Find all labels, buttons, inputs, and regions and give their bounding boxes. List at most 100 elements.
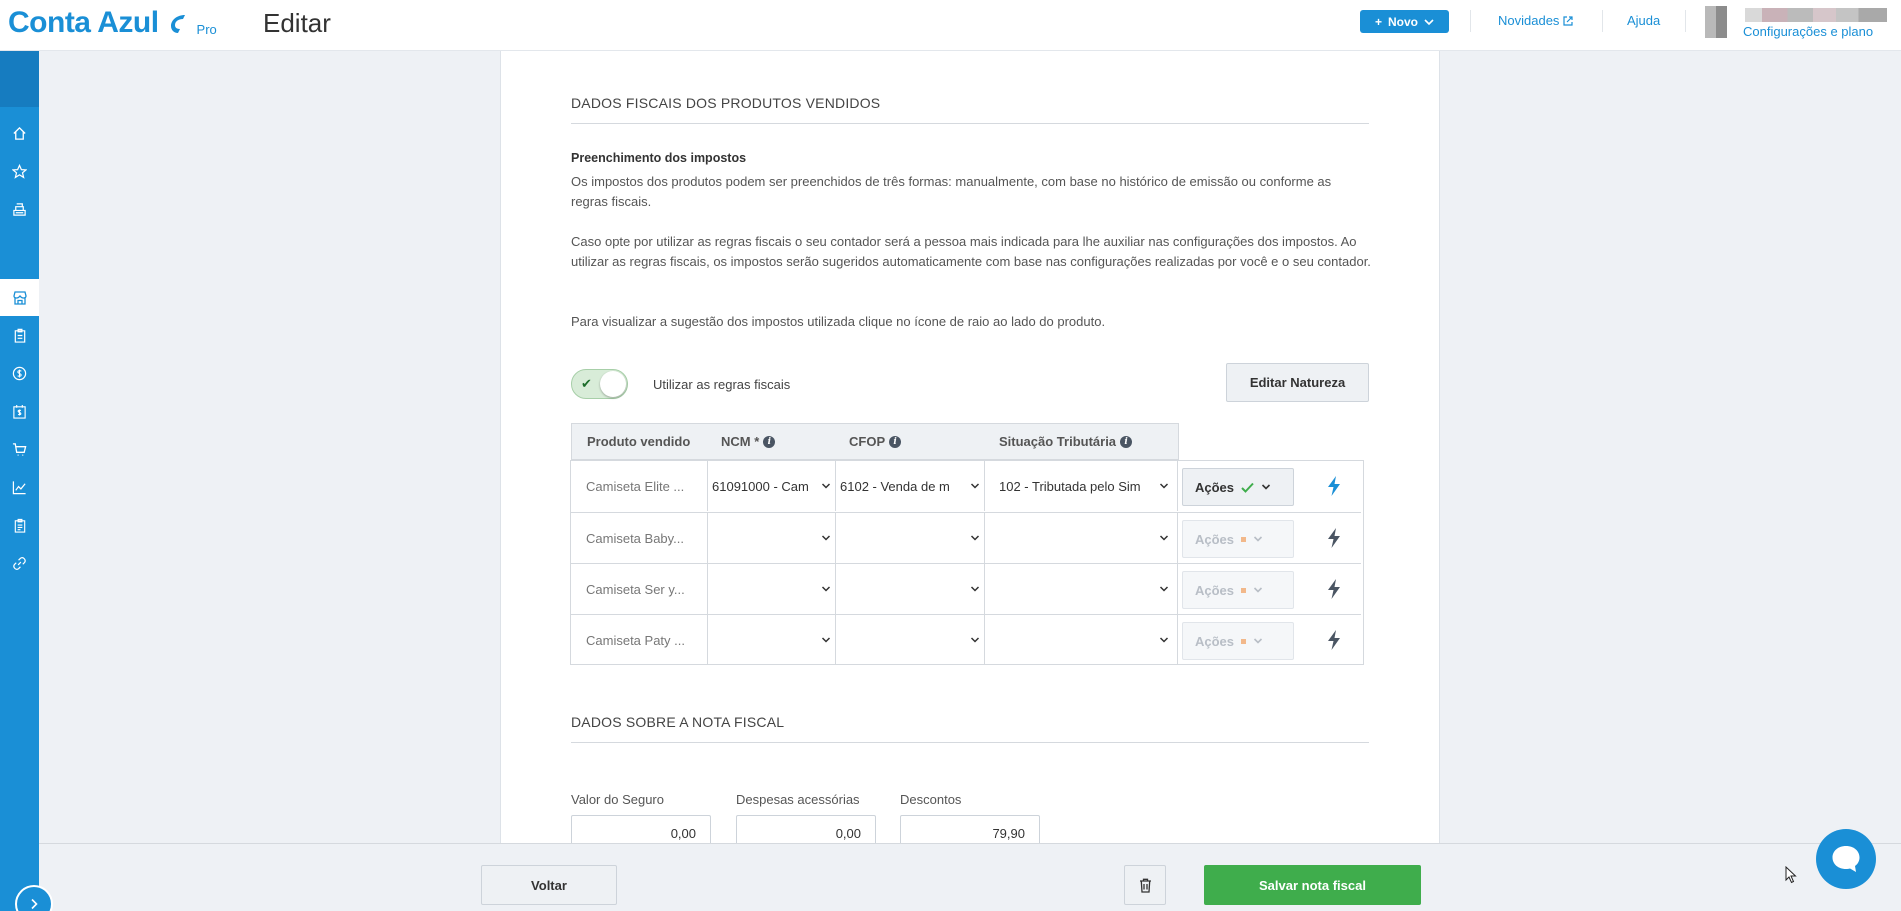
ncm-select[interactable] bbox=[708, 564, 836, 614]
chevron-down-icon bbox=[817, 635, 835, 645]
sidebar bbox=[0, 51, 39, 911]
sidebar-item-finance[interactable] bbox=[0, 355, 39, 392]
chevron-down-icon bbox=[817, 584, 835, 594]
sidebar-item-accounting[interactable] bbox=[0, 507, 39, 544]
chevron-down-icon bbox=[1253, 638, 1263, 644]
divider bbox=[571, 123, 1369, 124]
ncm-select[interactable]: 61091000 - Cam bbox=[708, 461, 836, 511]
table-row: Camiseta Baby... Ações bbox=[571, 512, 1361, 563]
lightning-icon[interactable] bbox=[1326, 527, 1342, 549]
edit-nature-button[interactable]: Editar Natureza bbox=[1226, 363, 1369, 402]
situacao-select[interactable] bbox=[985, 564, 1178, 614]
store-icon bbox=[12, 290, 27, 305]
section-title-fiscal: DADOS FISCAIS DOS PRODUTOS VENDIDOS bbox=[571, 95, 881, 111]
column-header-ncm-label: NCM * bbox=[721, 434, 760, 449]
news-link-label: Novidades bbox=[1498, 13, 1560, 28]
products-table-header: Produto vendido NCM * i CFOP i Situação Tr… bbox=[571, 423, 1179, 460]
ncm-select[interactable] bbox=[708, 615, 836, 665]
new-button[interactable]: + Novo bbox=[1360, 10, 1449, 33]
cfop-select[interactable] bbox=[836, 615, 985, 665]
actions-label: Ações bbox=[1195, 582, 1235, 598]
help-link[interactable]: Ajuda bbox=[1627, 13, 1660, 28]
actions-button[interactable]: Ações bbox=[1182, 571, 1294, 609]
chevron-down-icon bbox=[966, 584, 984, 594]
accessory-expenses-label: Despesas acessórias bbox=[736, 792, 860, 807]
mouse-cursor-icon bbox=[1785, 866, 1797, 884]
brand-name: Conta Azul bbox=[8, 6, 159, 39]
info-icon[interactable]: i bbox=[763, 435, 776, 448]
actions-label: Ações bbox=[1195, 633, 1235, 649]
cash-register-icon bbox=[13, 203, 26, 216]
info-icon[interactable]: i bbox=[889, 435, 902, 448]
product-name: Camiseta Ser y... bbox=[571, 564, 708, 614]
news-link[interactable]: Novidades bbox=[1498, 13, 1574, 28]
cfop-select[interactable] bbox=[836, 513, 985, 563]
fiscal-rules-toggle-label: Utilizar as regras fiscais bbox=[653, 377, 791, 392]
ncm-value: 61091000 - Cam bbox=[712, 478, 809, 494]
product-name: Camiseta Baby... bbox=[571, 513, 708, 563]
brand-logo[interactable]: Conta Azul Pro bbox=[8, 6, 217, 40]
sidebar-item-purchases[interactable] bbox=[0, 431, 39, 468]
product-name: Camiseta Paty ... bbox=[571, 615, 708, 665]
chat-icon bbox=[1832, 846, 1860, 872]
cfop-select[interactable] bbox=[836, 564, 985, 614]
actions-button[interactable]: Ações bbox=[1182, 622, 1294, 660]
account-settings-link[interactable]: Configurações e plano bbox=[1743, 24, 1873, 39]
sidebar-item-billing[interactable] bbox=[0, 393, 39, 430]
sidebar-item-store[interactable] bbox=[0, 279, 39, 316]
column-header-ncm: NCM * i bbox=[721, 434, 776, 449]
fiscal-rules-toggle[interactable]: ✔ bbox=[571, 369, 628, 399]
chevron-down-icon bbox=[1261, 484, 1271, 490]
chevron-right-icon bbox=[31, 898, 38, 910]
actions-label: Ações bbox=[1195, 531, 1235, 547]
home-icon bbox=[13, 126, 26, 140]
sidebar-item-orders[interactable] bbox=[0, 317, 39, 354]
trash-icon bbox=[1139, 878, 1151, 893]
delete-button[interactable] bbox=[1124, 865, 1166, 905]
avatar[interactable] bbox=[1705, 6, 1727, 38]
chat-button[interactable] bbox=[1816, 829, 1876, 889]
discounts-label: Descontos bbox=[900, 792, 962, 807]
pending-dot-icon bbox=[1241, 638, 1247, 644]
lightning-icon[interactable] bbox=[1326, 475, 1342, 497]
ncm-select[interactable] bbox=[708, 513, 836, 563]
invoice-form-card: DADOS FISCAIS DOS PRODUTOS VENDIDOS Pree… bbox=[500, 51, 1440, 851]
chevron-down-icon bbox=[1253, 536, 1263, 542]
sidebar-item-integrations[interactable] bbox=[0, 545, 39, 582]
star-icon bbox=[12, 164, 27, 179]
taxes-paragraph-3: Para visualizar a sugestão dos impostos … bbox=[571, 314, 1106, 329]
chevron-down-icon bbox=[1151, 584, 1177, 594]
actions-button[interactable]: Ações bbox=[1182, 468, 1294, 506]
account-name-blurred bbox=[1745, 8, 1887, 22]
column-header-product-label: Produto vendido bbox=[587, 434, 691, 449]
chevron-down-icon bbox=[1151, 533, 1177, 543]
insurance-value-label: Valor do Seguro bbox=[571, 792, 664, 807]
back-button[interactable]: Voltar bbox=[481, 865, 617, 905]
chevron-down-icon bbox=[817, 481, 835, 491]
help-link-label: Ajuda bbox=[1627, 13, 1661, 28]
chevron-down-icon bbox=[1151, 481, 1177, 491]
info-icon[interactable]: i bbox=[1120, 435, 1133, 448]
sidebar-item-reports[interactable] bbox=[0, 469, 39, 506]
divider bbox=[1685, 10, 1686, 32]
situacao-select[interactable]: 102 - Tributada pelo Sim bbox=[985, 461, 1178, 511]
product-name-text: Camiseta Baby... bbox=[586, 530, 685, 546]
situacao-select[interactable] bbox=[985, 615, 1178, 665]
situacao-select[interactable] bbox=[985, 513, 1178, 563]
column-header-cfop-label: CFOP bbox=[849, 434, 886, 449]
lightning-icon[interactable] bbox=[1326, 629, 1342, 651]
product-name: Camiseta Elite ... bbox=[571, 461, 708, 511]
top-bar: Conta Azul Pro Editar + Novo Novidades A… bbox=[0, 0, 1901, 51]
check-icon: ✔ bbox=[581, 376, 592, 391]
chevron-down-icon bbox=[1253, 587, 1263, 593]
page-title: Editar bbox=[263, 8, 331, 38]
taxes-subtitle: Preenchimento dos impostos bbox=[571, 151, 747, 165]
sidebar-header bbox=[0, 51, 39, 107]
actions-button[interactable]: Ações bbox=[1182, 520, 1294, 558]
save-invoice-button[interactable]: Salvar nota fiscal bbox=[1204, 865, 1421, 905]
sidebar-item-home[interactable] bbox=[0, 115, 39, 152]
sidebar-item-favorites[interactable] bbox=[0, 153, 39, 190]
cfop-select[interactable]: 6102 - Venda de m bbox=[836, 461, 985, 511]
lightning-icon[interactable] bbox=[1326, 578, 1342, 600]
sidebar-item-sales-register[interactable] bbox=[0, 191, 39, 228]
